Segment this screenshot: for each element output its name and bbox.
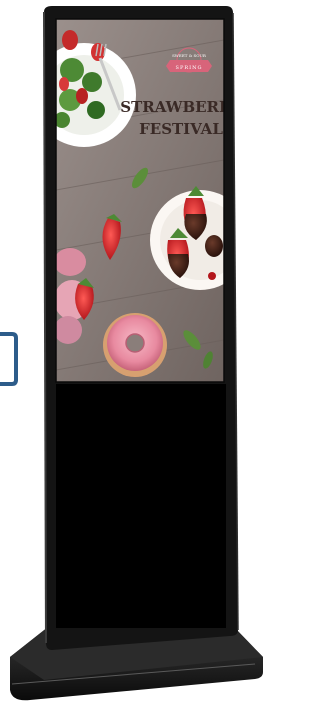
badge-line-sweet-sour: SWEET & SOUR	[172, 53, 207, 58]
kiosk-illustration: SWEET & SOUR SPRING STRAWBERRY FESTIVAL	[0, 6, 263, 701]
advertising-screen: SWEET & SOUR SPRING STRAWBERRY FESTIVAL	[56, 19, 224, 382]
digital-signage-kiosk: SWEET & SOUR SPRING STRAWBERRY FESTIVAL	[0, 0, 271, 714]
kiosk-lower-panel	[56, 384, 226, 628]
pink-donut	[103, 313, 167, 377]
side-bracket-mark	[0, 332, 18, 386]
badge-line-spring: SPRING	[176, 65, 203, 71]
poster-title-line-2: FESTIVAL	[139, 120, 223, 138]
